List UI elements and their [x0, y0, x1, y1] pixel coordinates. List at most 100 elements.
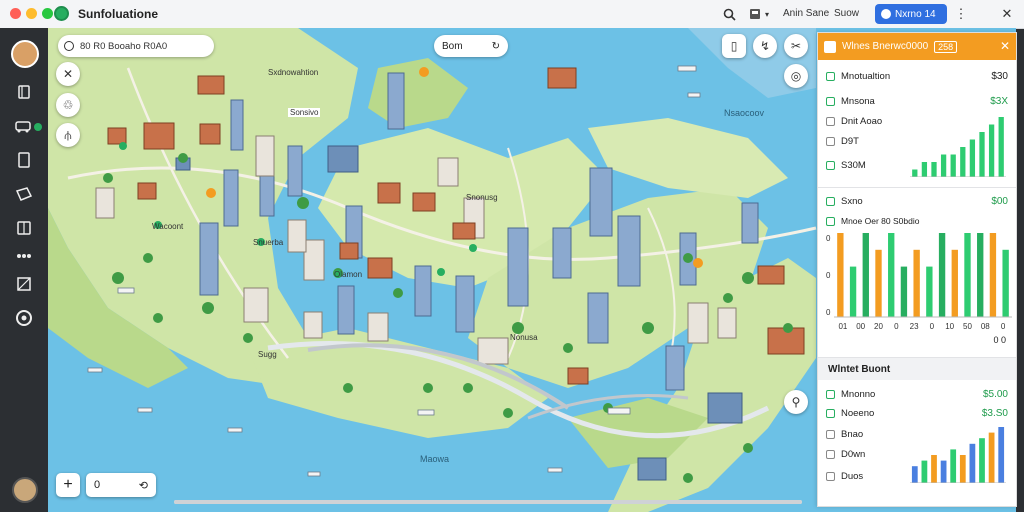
zoom-control[interactable]: 0 ⟲	[86, 473, 156, 497]
bottom-profile-avatar[interactable]	[12, 477, 38, 503]
notification-dot	[34, 123, 42, 131]
close-window-button[interactable]	[10, 8, 21, 19]
book-icon[interactable]	[12, 80, 36, 104]
fork-icon[interactable]: ⫛	[56, 123, 80, 147]
chart-bar	[921, 162, 928, 177]
chart-bar	[959, 455, 966, 483]
app-logo	[54, 6, 69, 21]
stat-row[interactable]: Mnsona $3X	[826, 93, 1008, 109]
menu-item-b[interactable]: Suow	[834, 8, 859, 19]
view-label: Bom	[442, 40, 463, 52]
chart-bar	[989, 233, 997, 317]
checkbox[interactable]	[826, 449, 835, 459]
map-horizontal-scrollbar[interactable]	[174, 500, 802, 504]
map-label: Snonusg	[466, 193, 498, 202]
pin-icon[interactable]: ⚲	[784, 390, 808, 414]
checkbox[interactable]	[826, 160, 835, 170]
chart-bar	[1002, 249, 1009, 317]
stat-label: D0wn	[841, 448, 866, 460]
search-icon[interactable]	[720, 5, 738, 23]
tools-icon[interactable]: ✂	[784, 34, 808, 58]
refresh-icon[interactable]: ↻	[492, 41, 500, 52]
chart-bar	[931, 162, 937, 177]
chart-bar	[926, 266, 933, 317]
stat-label: Duos	[841, 470, 864, 482]
document-icon[interactable]	[12, 148, 36, 172]
checkbox[interactable]	[826, 408, 835, 418]
more-icon[interactable]: ⋮	[952, 5, 970, 23]
map-view-selector[interactable]: Bom ↻	[434, 35, 508, 57]
chart-bar	[951, 249, 958, 317]
checkbox[interactable]	[826, 71, 835, 81]
chart-bar	[921, 460, 928, 483]
close-icon[interactable]: ✕	[998, 5, 1016, 23]
user-account-button[interactable]: Nxrno 14	[875, 4, 947, 24]
ticket-icon[interactable]	[12, 182, 36, 206]
chart-bar	[938, 233, 946, 317]
stat-row[interactable]: Mnotualtion $30	[826, 68, 1008, 84]
stat-value: $3X	[990, 95, 1008, 107]
chart-bar	[977, 233, 984, 317]
checkbox[interactable]	[826, 389, 835, 399]
bookmark-icon[interactable]: ▯	[722, 34, 746, 58]
stat-row[interactable]: Mnonno $5.00	[826, 386, 1008, 402]
puzzle-icon[interactable]	[12, 272, 36, 296]
chart-a	[910, 117, 1006, 177]
checkbox[interactable]	[826, 429, 835, 439]
window-controls	[10, 8, 53, 19]
stat-row[interactable]: Noeeno $3.S0	[826, 405, 1008, 421]
stat-value: $00	[991, 195, 1008, 207]
chart-bar	[911, 466, 918, 483]
left-sidebar	[0, 28, 48, 512]
stat-label: Noeeno	[841, 407, 875, 419]
book-open-icon[interactable]	[12, 216, 36, 240]
maximize-window-button[interactable]	[42, 8, 53, 19]
compass-icon[interactable]	[12, 306, 36, 330]
x-tick-label: 01	[838, 322, 847, 331]
chart-bar	[931, 455, 937, 483]
map-label: Sxdnowahtion	[268, 68, 319, 77]
map-label: Nsaocoov	[724, 108, 765, 118]
scrollbar-thumb[interactable]	[174, 500, 802, 504]
stat-row[interactable]: Sxno $00	[826, 193, 1008, 209]
stat-label: S30M	[841, 159, 866, 171]
chevron-down-icon[interactable]: ▾	[758, 5, 776, 23]
zoom-in-button[interactable]: +	[56, 473, 80, 497]
menu-item-a[interactable]: Anin Sane	[783, 8, 829, 19]
stat-row: Mnoe Oer 80 S0bdio	[826, 213, 1008, 229]
stat-value: $5.00	[982, 388, 1008, 400]
recycle-icon[interactable]: ♲	[56, 93, 80, 117]
chart-bar	[940, 460, 947, 483]
grid-icon[interactable]	[12, 244, 36, 268]
chart-bar	[998, 427, 1005, 483]
close-icon[interactable]: ✕	[56, 62, 80, 86]
chart-bar	[964, 233, 971, 317]
title-bar: Sunfoluatione ▾ Anin Sane Suow Nxrno 14 …	[0, 0, 1024, 29]
locate-icon[interactable]: ◎	[784, 64, 808, 88]
minimize-window-button[interactable]	[26, 8, 37, 19]
checkbox[interactable]	[826, 196, 835, 206]
stat-label: Sxno	[841, 195, 863, 207]
chart-bar	[979, 438, 985, 483]
search-text[interactable]: 80 R0 Booaho R0A0	[80, 41, 167, 52]
refresh-icon[interactable]: ⟲	[139, 479, 148, 492]
route-icon[interactable]: ↯	[753, 34, 777, 58]
panel-header: Wlnes Bnerwc0000 258 ✕	[818, 33, 1016, 60]
x-tick-label: 08	[981, 322, 990, 331]
x-tick-label: 50	[963, 322, 972, 331]
checkbox[interactable]	[826, 136, 835, 146]
profile-avatar[interactable]	[11, 40, 39, 68]
checkbox[interactable]	[826, 471, 835, 481]
checkbox[interactable]	[826, 116, 835, 126]
checkbox[interactable]	[826, 96, 835, 106]
map-search-bar[interactable]: 80 R0 Booaho R0A0	[58, 35, 214, 57]
chart-bar	[969, 139, 976, 177]
checkbox[interactable]	[826, 216, 835, 226]
panel-date[interactable]: 258	[934, 40, 958, 53]
app-title: Sunfoluatione	[78, 7, 158, 21]
panel-icon	[824, 40, 836, 53]
close-icon[interactable]: ✕	[1000, 39, 1010, 53]
x-tick-label: 0	[894, 322, 899, 331]
bus-icon[interactable]	[12, 114, 36, 138]
location-icon	[64, 41, 74, 51]
